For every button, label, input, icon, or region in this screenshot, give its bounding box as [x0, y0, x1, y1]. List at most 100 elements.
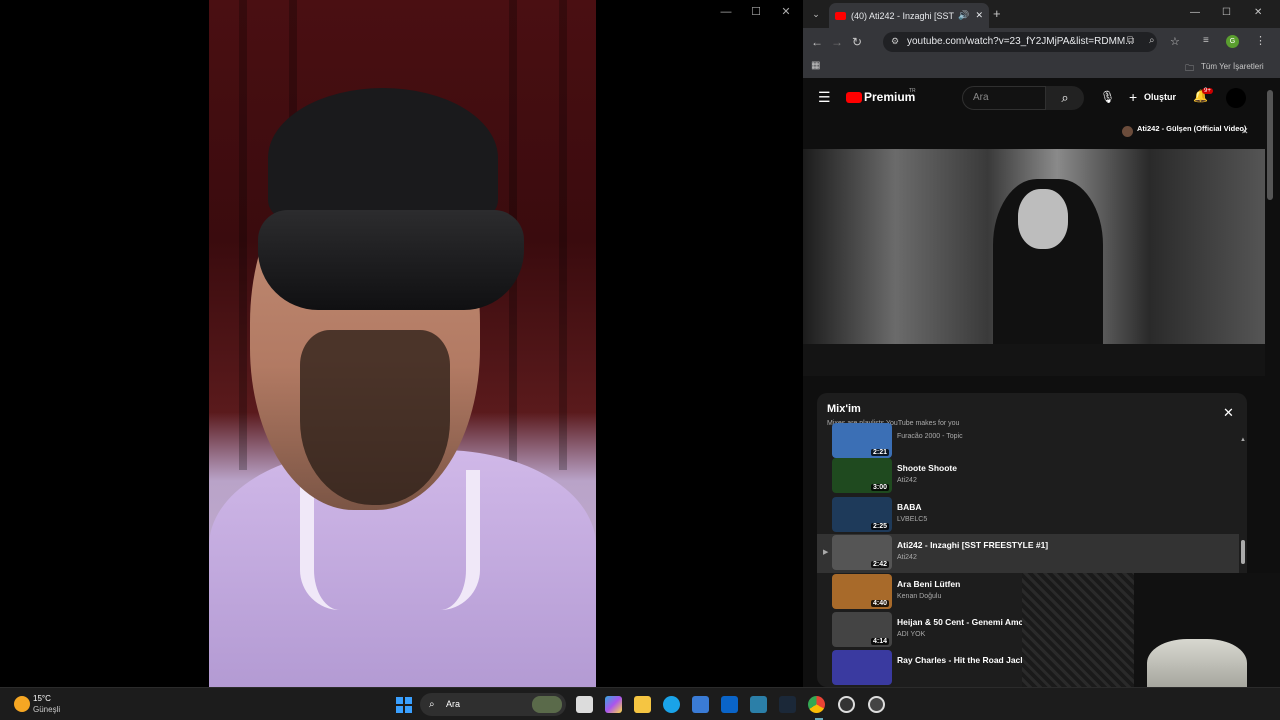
- obs-icon[interactable]: [868, 696, 885, 713]
- video-title[interactable]: Ara Beni Lütfen: [897, 579, 1025, 589]
- maximize-button[interactable]: ☐: [746, 4, 766, 20]
- chrome-icon[interactable]: [808, 696, 825, 713]
- media-control-icon[interactable]: ≡: [1203, 35, 1209, 46]
- tab-title: (40) Ati242 - Inzaghi [SST FREESTYLE #1]: [851, 10, 954, 21]
- channel-name[interactable]: ADI YOK: [897, 631, 925, 638]
- weather-sun-icon[interactable]: [14, 696, 30, 712]
- playlist-item[interactable]: 3:00 Shoote Shoote Ati242: [817, 457, 1239, 496]
- zoom-icon[interactable]: ⌕: [1149, 35, 1155, 46]
- tab-audio-icon[interactable]: 🔊: [958, 10, 969, 21]
- media-player-icon[interactable]: [838, 696, 855, 713]
- channel-name[interactable]: Furacão 2000 - Topic: [897, 433, 963, 440]
- video-duration: 4:14: [870, 638, 889, 645]
- video-thumbnail[interactable]: 2:42: [832, 535, 892, 570]
- video-title[interactable]: Ati242 - Inzaghi [SST FREESTYLE #1]: [897, 540, 1227, 550]
- browser-minimize-button[interactable]: —: [1190, 7, 1200, 18]
- install-app-icon[interactable]: ⧉: [1127, 35, 1134, 46]
- playlist-scroll-up-icon[interactable]: ▲: [1240, 437, 1246, 443]
- video-thumbnail[interactable]: 2:25: [832, 497, 892, 532]
- video-title[interactable]: Ray Charles - Hit the Road Jack o: [897, 655, 1025, 665]
- hamburger-menu-icon[interactable]: ☰: [818, 89, 831, 106]
- youtube-favicon-icon: [835, 11, 846, 20]
- playlist-scrollbar[interactable]: [1241, 540, 1245, 564]
- playlist-item[interactable]: 2:25 BABA LVBELC5: [817, 496, 1239, 535]
- video-thumbnail[interactable]: 4:14: [832, 612, 892, 647]
- forward-arrow-icon[interactable]: →: [827, 32, 847, 52]
- address-bar[interactable]: youtube.com/watch?v=23_fY2JMjPA&list=RDM…: [883, 32, 1157, 52]
- bookmark-star-icon[interactable]: ☆: [1170, 35, 1180, 48]
- person-cap: [268, 88, 498, 228]
- youtube-search-icon[interactable]: ⌕: [1046, 86, 1084, 110]
- playlist-item[interactable]: ▶ 2:42 Ati242 - Inzaghi [SST FREESTYLE #1]…: [817, 534, 1239, 573]
- back-arrow-icon[interactable]: ←: [807, 32, 827, 52]
- browser-close-button[interactable]: ✕: [1254, 7, 1262, 18]
- video-duration: 2:25: [870, 523, 889, 530]
- video-duration: 3:00: [870, 484, 889, 491]
- miniplayer-close-icon[interactable]: ✕: [1241, 126, 1249, 137]
- playlist-close-icon[interactable]: ✕: [1223, 405, 1234, 421]
- reload-icon[interactable]: ↻: [847, 32, 867, 52]
- folder-icon: 🗀: [1185, 63, 1195, 73]
- youtube-premium-logo[interactable]: Premium: [864, 90, 915, 104]
- playlist-title: Mix'im: [827, 403, 861, 415]
- new-tab-button[interactable]: +: [993, 6, 1001, 21]
- photos-icon[interactable]: [750, 696, 767, 713]
- site-info-icon[interactable]: ⚙: [891, 36, 899, 47]
- channel-avatar: [1122, 126, 1133, 137]
- sunglasses: [258, 210, 524, 310]
- youtube-logo-icon[interactable]: [846, 92, 862, 103]
- video-title[interactable]: BABA: [897, 502, 1025, 512]
- video-thumbnail[interactable]: [832, 650, 892, 685]
- person-beard: [300, 330, 450, 505]
- create-button[interactable]: Oluştur: [1144, 92, 1176, 102]
- minimize-button[interactable]: —: [716, 4, 736, 20]
- channel-name[interactable]: Ati242: [897, 477, 917, 484]
- start-windows-icon[interactable]: [396, 697, 412, 713]
- browser-maximize-button[interactable]: ☐: [1222, 7, 1231, 18]
- channel-name[interactable]: Ati242: [897, 554, 917, 561]
- bookmarks-bar: ▦ 🗀 Tüm Yer İşaretleri: [803, 56, 1280, 78]
- channel-name[interactable]: LVBELC5: [897, 516, 927, 523]
- account-avatar[interactable]: [1226, 88, 1246, 108]
- video-thumbnail[interactable]: 3:00: [832, 458, 892, 493]
- player-controls-area: [803, 344, 1265, 376]
- miniplayer-title[interactable]: Ati242 - Gülşen (Official Video): [1137, 124, 1246, 133]
- tab-search-icon[interactable]: ⌄: [806, 4, 826, 24]
- video-duration: 2:42: [870, 561, 889, 568]
- youtube-search-input[interactable]: Ara: [962, 86, 1046, 110]
- profile-avatar[interactable]: G: [1226, 35, 1239, 48]
- file-explorer-icon[interactable]: [634, 696, 651, 713]
- browser-menu-icon[interactable]: ⋮: [1255, 34, 1266, 47]
- outlook-icon[interactable]: [721, 696, 738, 713]
- weather-temperature[interactable]: 15°C: [33, 694, 51, 703]
- create-plus-icon[interactable]: +: [1129, 89, 1137, 105]
- stone-wall: [1022, 573, 1134, 691]
- video-person-face: [1018, 189, 1068, 249]
- region-code: TR: [909, 88, 916, 94]
- steam-icon[interactable]: [779, 696, 796, 713]
- close-button[interactable]: ✕: [776, 4, 796, 20]
- video-thumbnail[interactable]: 4:40: [832, 574, 892, 609]
- video-title[interactable]: Shoote Shoote: [897, 463, 1025, 473]
- video-thumbnail[interactable]: 2:21: [832, 423, 892, 458]
- taskbar: 15°C Güneşli ⌕ Ara: [0, 687, 1280, 720]
- tab-close-icon[interactable]: ✕: [975, 10, 983, 21]
- store-icon[interactable]: [692, 696, 709, 713]
- tab-bar: ⌄ (40) Ati242 - Inzaghi [SST FREESTYLE #…: [803, 0, 1280, 28]
- copilot-icon[interactable]: [605, 696, 622, 713]
- all-bookmarks-link[interactable]: Tüm Yer İşaretleri: [1201, 62, 1264, 71]
- active-tab[interactable]: (40) Ati242 - Inzaghi [SST FREESTYLE #1]…: [829, 3, 989, 28]
- taskbar-search[interactable]: ⌕ Ara: [420, 693, 566, 716]
- edge-icon[interactable]: [663, 696, 680, 713]
- youtube-masthead: ☰ Premium TR Ara ⌕ 🎙 + Oluştur 🔔 9+: [803, 82, 1265, 114]
- desktop: — ☐ ✕ ⌄ (40) Ati242 - Inzaghi [SST FREES…: [0, 0, 1280, 720]
- microphone-icon[interactable]: 🎙: [1100, 90, 1115, 104]
- ornate-chair: [1147, 639, 1247, 691]
- task-view-icon[interactable]: [576, 696, 593, 713]
- video-title[interactable]: Heijan & 50 Cent - Genemi Amcal: [897, 617, 1025, 627]
- apps-grid-icon[interactable]: ▦: [811, 60, 820, 71]
- video-player[interactable]: [803, 149, 1265, 344]
- weather-description[interactable]: Güneşli: [33, 705, 60, 714]
- channel-name[interactable]: Kenan Doğulu: [897, 593, 941, 600]
- page-scrollbar-thumb[interactable]: [1267, 90, 1273, 200]
